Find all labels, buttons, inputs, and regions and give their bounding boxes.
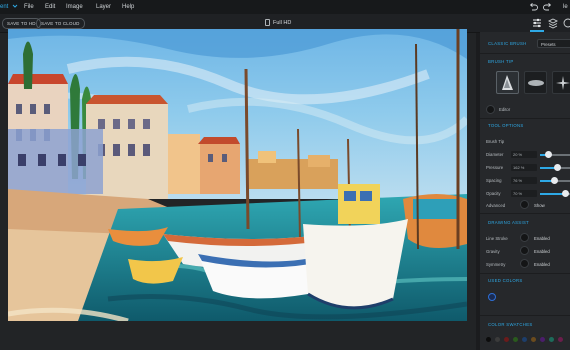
assist-gravity-state: Enabled xyxy=(534,249,550,254)
color-swatch[interactable] xyxy=(495,337,500,342)
sliders-icon[interactable] xyxy=(531,17,543,29)
option-value-diameter[interactable]: 20 % xyxy=(511,151,537,158)
menu-file[interactable]: File xyxy=(24,4,34,10)
menu-help[interactable]: Help xyxy=(122,4,134,10)
slider-knob[interactable] xyxy=(550,177,558,184)
menu-image[interactable]: Image xyxy=(66,4,83,10)
assist-symmetry-state: Enabled xyxy=(534,262,550,267)
right-panel: CLASSIC BRUSH Presets BRUSH TIP Editor T… xyxy=(480,14,570,350)
document-icon xyxy=(265,19,270,26)
editor-toggle[interactable] xyxy=(486,105,495,114)
option-slider-spacing[interactable] xyxy=(540,177,570,184)
option-label-spacing: Spacing xyxy=(486,178,502,183)
option-slider-opacity[interactable] xyxy=(540,190,570,197)
color-swatch[interactable] xyxy=(504,337,509,342)
chevron-down-icon[interactable] xyxy=(12,3,18,9)
save-to-hd-button[interactable]: SAVE TO HD xyxy=(2,18,41,29)
advanced-toggle[interactable] xyxy=(520,200,529,209)
classic-brush-title: CLASSIC BRUSH xyxy=(488,41,527,46)
divider xyxy=(480,213,570,214)
divider xyxy=(480,53,570,54)
redo-icon[interactable] xyxy=(543,2,553,12)
brush-star-icon xyxy=(556,76,570,90)
advanced-state: Show xyxy=(534,203,545,208)
option-value-pressure[interactable]: 162 % xyxy=(511,164,537,171)
brush-splatter-icon xyxy=(528,80,544,86)
advanced-label: Advanced xyxy=(486,203,506,208)
brush-tip-option-3[interactable] xyxy=(552,71,570,94)
color-swatch[interactable] xyxy=(531,337,536,342)
assist-line-stroke-label: Line Stroke xyxy=(486,236,508,241)
user-avatar-initial[interactable]: le xyxy=(563,4,568,10)
menu-layer[interactable]: Layer xyxy=(96,4,111,10)
presets-dropdown[interactable]: Presets xyxy=(537,39,570,48)
slider-knob[interactable] xyxy=(561,190,569,197)
editor-label: Editor xyxy=(499,107,511,112)
option-slider-pressure[interactable] xyxy=(540,164,570,171)
symmetry-toggle[interactable] xyxy=(520,259,529,268)
brush-tip-label: Brush Tip xyxy=(486,139,505,144)
assist-line-stroke-state: Enabled xyxy=(534,236,550,241)
app-name[interactable]: ent xyxy=(0,4,8,10)
color-swatch[interactable] xyxy=(549,337,554,342)
slider-knob[interactable] xyxy=(553,164,561,171)
active-tab-indicator xyxy=(530,30,544,32)
divider xyxy=(480,315,570,316)
gravity-toggle[interactable] xyxy=(520,246,529,255)
used-colors-title: USED COLORS xyxy=(488,278,523,283)
layers-icon[interactable] xyxy=(547,17,559,29)
painting-canvas[interactable] xyxy=(8,29,467,321)
history-icon[interactable] xyxy=(562,17,570,29)
color-swatch[interactable] xyxy=(486,337,491,342)
option-slider-diameter[interactable] xyxy=(540,151,570,158)
menu-edit[interactable]: Edit xyxy=(45,4,55,10)
color-swatch[interactable] xyxy=(522,337,527,342)
option-value-opacity[interactable]: 70 % xyxy=(511,190,537,197)
option-label-pressure: Pressure xyxy=(486,165,504,170)
slider-knob[interactable] xyxy=(544,151,552,158)
brush-tip-option-2[interactable] xyxy=(524,71,547,94)
line-stroke-toggle[interactable] xyxy=(520,233,529,242)
brush-tip-title: BRUSH TIP xyxy=(488,59,514,64)
undo-icon[interactable] xyxy=(528,2,538,12)
assist-gravity-label: Gravity xyxy=(486,249,500,254)
save-to-cloud-button[interactable]: SAVE TO CLOUD xyxy=(36,18,85,29)
color-swatches-title: COLOR SWATCHES xyxy=(488,322,533,327)
divider xyxy=(480,273,570,274)
color-swatch[interactable] xyxy=(540,337,545,342)
menu-bar: ent File Edit Image Layer Help le xyxy=(0,0,570,14)
drawing-assist-title: DRAWING ASSIST xyxy=(488,220,530,225)
option-value-spacing[interactable]: 76 % xyxy=(511,177,537,184)
brush-tip-option-1[interactable] xyxy=(496,71,519,94)
brush-round-icon xyxy=(502,75,513,90)
document-title: Full HD xyxy=(273,20,292,26)
used-color-swatch[interactable] xyxy=(488,293,496,301)
option-label-diameter: Diameter xyxy=(486,152,504,157)
assist-symmetry-label: Symmetry xyxy=(486,262,506,267)
panel-tabs xyxy=(480,14,570,32)
harbor-painting xyxy=(8,29,467,321)
option-label-opacity: Opacity xyxy=(486,191,501,196)
divider xyxy=(480,118,570,119)
slider-fill xyxy=(540,193,565,195)
tool-options-title: TOOL OPTIONS xyxy=(488,123,524,128)
color-swatch[interactable] xyxy=(513,337,518,342)
color-swatch[interactable] xyxy=(558,337,563,342)
